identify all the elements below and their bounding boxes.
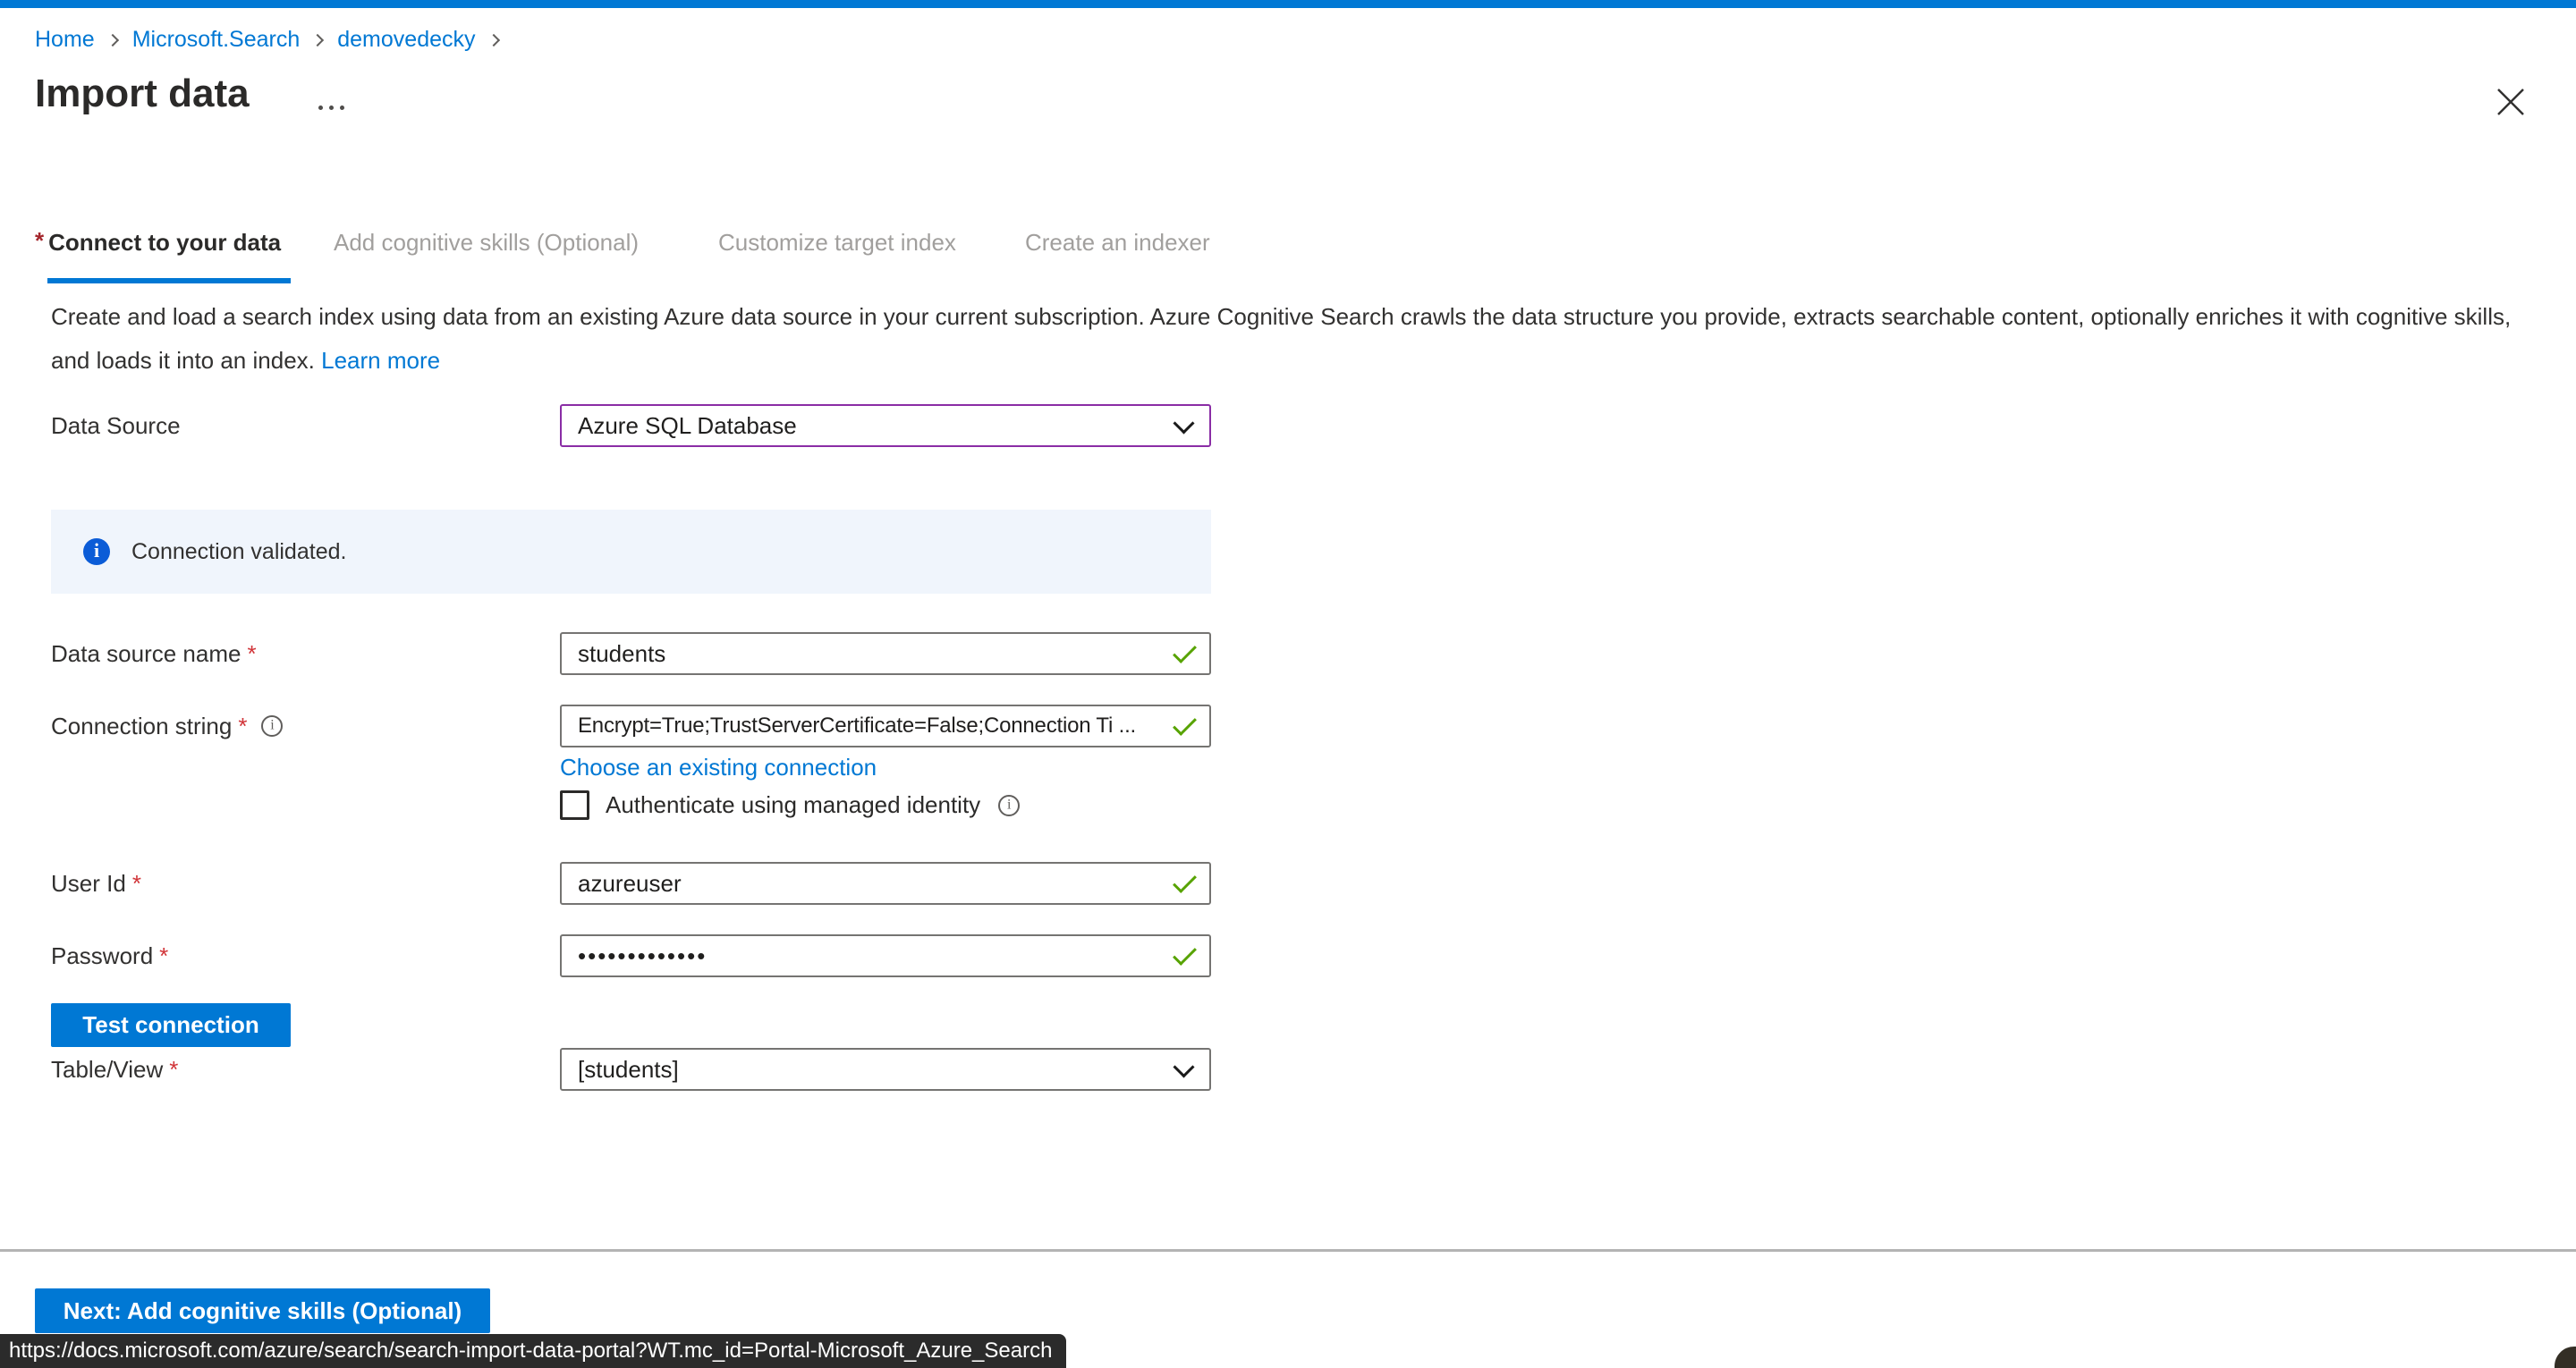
- close-button[interactable]: [2489, 80, 2532, 123]
- connection-string-value: Encrypt=True;TrustServerCertificate=Fals…: [578, 714, 1136, 739]
- tab-customize-target-index[interactable]: Customize target index: [718, 229, 956, 257]
- breadcrumb: Home Microsoft.Search demovedecky: [35, 27, 513, 53]
- info-tooltip-icon[interactable]: [261, 715, 283, 737]
- description-text: Create and load a search index using dat…: [51, 295, 2546, 383]
- footer-divider: [0, 1249, 2576, 1252]
- managed-identity-row: Authenticate using managed identity: [560, 790, 1020, 820]
- table-view-select[interactable]: [students]: [560, 1048, 1211, 1091]
- connection-string-control: Encrypt=True;TrustServerCertificate=Fals…: [560, 705, 1211, 747]
- data-source-name-control: students: [560, 632, 1211, 675]
- required-asterisk: *: [247, 640, 256, 668]
- data-source-control: Azure SQL Database: [560, 404, 1211, 447]
- import-data-page: { "colors": { "accent_blue": "#0078d4", …: [0, 0, 2576, 1368]
- table-view-label: Table/View *: [51, 1056, 560, 1084]
- active-tab-underline: [47, 278, 291, 283]
- password-control: •••••••••••••: [560, 934, 1211, 977]
- close-icon: [2489, 80, 2532, 123]
- password-input[interactable]: •••••••••••••: [560, 934, 1211, 977]
- data-source-row: Data Source Azure SQL Database: [51, 404, 1211, 447]
- data-source-name-row: Data source name * students: [51, 632, 1211, 675]
- required-asterisk: *: [169, 1056, 178, 1084]
- info-tooltip-icon[interactable]: [998, 795, 1020, 816]
- tab-connect-to-your-data[interactable]: *Connect to your data: [35, 229, 281, 257]
- learn-more-link[interactable]: Learn more: [321, 347, 440, 374]
- banner-message: Connection validated.: [131, 539, 346, 565]
- breadcrumb-home[interactable]: Home: [35, 27, 95, 53]
- ellipsis-icon: [340, 106, 344, 110]
- tab-label: Customize target index: [718, 229, 956, 256]
- label-text: Password: [51, 942, 153, 970]
- tab-label: Create an indexer: [1025, 229, 1210, 256]
- data-source-name-value: students: [578, 640, 665, 668]
- data-source-value: Azure SQL Database: [578, 412, 797, 440]
- top-accent-bar: [0, 0, 2576, 8]
- label-text: Data Source: [51, 412, 181, 440]
- label-text: Connection string: [51, 713, 232, 740]
- password-label: Password *: [51, 942, 560, 970]
- breadcrumb-chevron-icon: [106, 33, 119, 46]
- user-id-control: azureuser: [560, 862, 1211, 905]
- breadcrumb-chevron-icon: [487, 33, 499, 46]
- label-text: Data source name: [51, 640, 241, 668]
- next-button[interactable]: Next: Add cognitive skills (Optional): [35, 1288, 490, 1333]
- data-source-select[interactable]: Azure SQL Database: [560, 404, 1211, 447]
- user-id-row: User Id * azureuser: [51, 862, 1211, 905]
- info-icon: [83, 538, 110, 565]
- choose-existing-connection-link[interactable]: Choose an existing connection: [560, 754, 877, 781]
- label-text: Table/View: [51, 1056, 163, 1084]
- user-id-input[interactable]: azureuser: [560, 862, 1211, 905]
- required-asterisk: *: [132, 870, 141, 898]
- tab-label: Add cognitive skills (Optional): [334, 229, 639, 256]
- tab-add-cognitive-skills[interactable]: Add cognitive skills (Optional): [334, 229, 639, 257]
- breadcrumb-chevron-icon: [311, 33, 324, 46]
- breadcrumb-microsoft-search[interactable]: Microsoft.Search: [132, 27, 301, 53]
- test-connection-button[interactable]: Test connection: [51, 1003, 291, 1047]
- ellipsis-icon: [318, 106, 323, 110]
- table-view-value: [students]: [578, 1056, 679, 1084]
- breadcrumb-demovedecky[interactable]: demovedecky: [337, 27, 475, 53]
- connection-string-input[interactable]: Encrypt=True;TrustServerCertificate=Fals…: [560, 705, 1211, 747]
- connection-string-row: Connection string * Encrypt=True;TrustSe…: [51, 705, 1211, 747]
- table-view-row: Table/View * [students]: [51, 1048, 1211, 1091]
- page-title: Import data: [35, 72, 250, 116]
- ellipsis-icon: [329, 106, 334, 110]
- password-row: Password * •••••••••••••: [51, 934, 1211, 977]
- data-source-name-input[interactable]: students: [560, 632, 1211, 675]
- connection-validated-banner: Connection validated.: [51, 510, 1211, 594]
- data-source-name-label: Data source name *: [51, 640, 560, 668]
- bottom-right-overlay-corner: [2555, 1347, 2576, 1368]
- password-masked-value: •••••••••••••: [578, 942, 707, 970]
- tab-create-an-indexer[interactable]: Create an indexer: [1025, 229, 1210, 257]
- required-asterisk: *: [35, 227, 44, 254]
- table-view-control: [students]: [560, 1048, 1211, 1091]
- managed-identity-label: Authenticate using managed identity: [606, 791, 980, 819]
- user-id-label: User Id *: [51, 870, 560, 898]
- context-menu-button[interactable]: [313, 100, 350, 115]
- required-asterisk: *: [238, 713, 247, 740]
- tab-label: Connect to your data: [48, 229, 281, 256]
- status-bar-url: https://docs.microsoft.com/azure/search/…: [0, 1334, 1066, 1368]
- label-text: User Id: [51, 870, 126, 898]
- connection-string-label: Connection string *: [51, 713, 560, 740]
- required-asterisk: *: [159, 942, 168, 970]
- managed-identity-checkbox[interactable]: [560, 790, 589, 820]
- data-source-label: Data Source: [51, 412, 560, 440]
- user-id-value: azureuser: [578, 870, 682, 898]
